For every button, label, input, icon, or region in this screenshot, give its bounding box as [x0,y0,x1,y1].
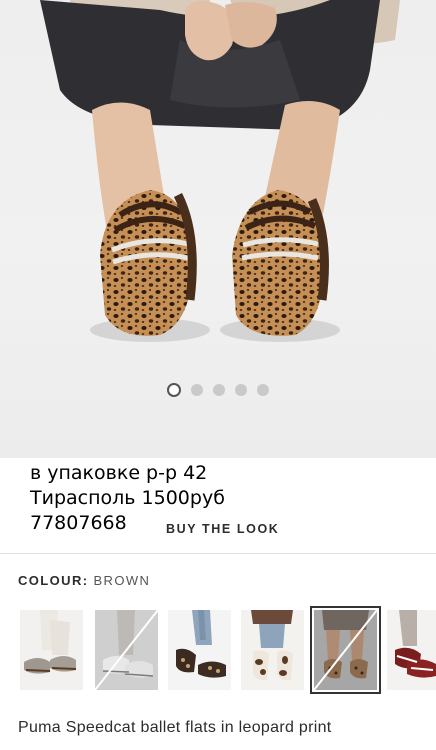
overlay-line: в упаковке р-р 42 [30,462,208,484]
product-image-carousel[interactable] [0,0,436,458]
colour-swatch[interactable] [168,610,231,690]
carousel-dot[interactable] [213,384,225,396]
colour-swatch[interactable] [387,610,436,690]
colour-value: BROWN [93,573,151,588]
colour-label: COLOUR: [18,573,89,588]
carousel-dot[interactable] [167,383,181,397]
colour-swatch[interactable] [95,610,158,690]
carousel-dot[interactable] [235,384,247,396]
colour-swatch[interactable] [20,610,83,690]
carousel-dots [0,383,436,397]
colour-swatch[interactable] [241,610,304,690]
buy-the-look-link[interactable]: BUY THE LOOK [166,522,279,536]
unavailable-slash [95,610,158,690]
unavailable-slash [314,610,377,690]
colour-swatches [20,606,436,694]
product-title: Puma Speedcat ballet flats in leopard pr… [18,719,332,736]
carousel-dot[interactable] [191,384,203,396]
colour-selector-label: COLOUR: BROWN [18,573,150,588]
product-page: в упаковке р-р 42 Тирасполь 1500руб 7780… [0,0,436,750]
overlay-line: Тирасполь 1500руб [30,487,225,509]
colour-swatch-selected[interactable] [310,606,381,694]
carousel-dot[interactable] [257,384,269,396]
divider [0,553,436,554]
